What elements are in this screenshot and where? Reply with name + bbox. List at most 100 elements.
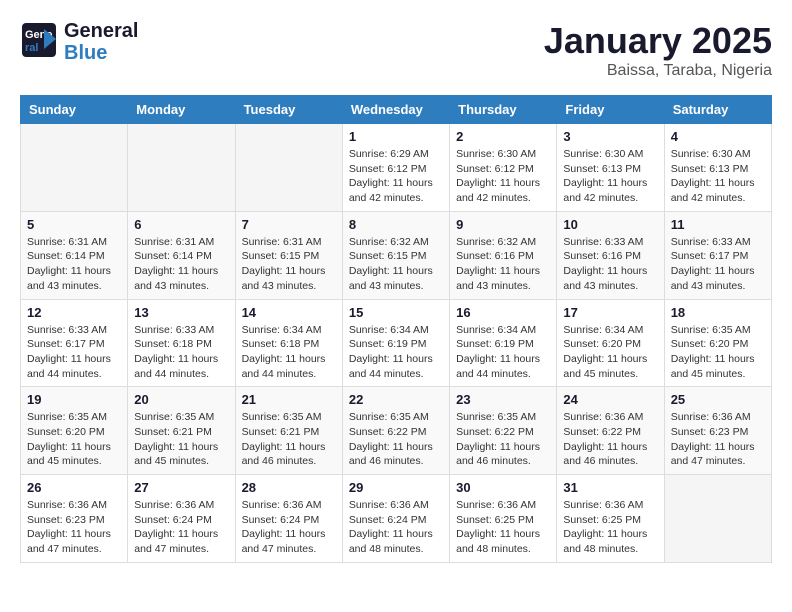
- cell-daylight-info: Sunrise: 6:36 AM Sunset: 6:25 PM Dayligh…: [563, 498, 657, 557]
- day-number: 20: [134, 392, 228, 407]
- logo-icon: Gene ral: [20, 21, 58, 59]
- calendar-cell: 3 Sunrise: 6:30 AM Sunset: 6:13 PM Daylig…: [557, 124, 664, 212]
- logo: Gene ral General Blue: [20, 20, 138, 64]
- calendar-cell: 5 Sunrise: 6:31 AM Sunset: 6:14 PM Daylig…: [21, 211, 128, 299]
- calendar-cell: 14 Sunrise: 6:34 AM Sunset: 6:18 PM Dayli…: [235, 299, 342, 387]
- logo-text-blue: Blue: [64, 42, 138, 64]
- month-title: January 2025: [544, 20, 772, 62]
- calendar-cell: [235, 124, 342, 212]
- day-number: 5: [27, 217, 121, 232]
- title-block: January 2025 Baissa, Taraba, Nigeria: [544, 20, 772, 80]
- calendar-cell: 2 Sunrise: 6:30 AM Sunset: 6:12 PM Daylig…: [450, 124, 557, 212]
- day-number: 12: [27, 305, 121, 320]
- cell-daylight-info: Sunrise: 6:33 AM Sunset: 6:16 PM Dayligh…: [563, 235, 657, 294]
- calendar-cell: 12 Sunrise: 6:33 AM Sunset: 6:17 PM Dayli…: [21, 299, 128, 387]
- day-number: 18: [671, 305, 765, 320]
- cell-daylight-info: Sunrise: 6:35 AM Sunset: 6:21 PM Dayligh…: [242, 410, 336, 469]
- cell-daylight-info: Sunrise: 6:31 AM Sunset: 6:14 PM Dayligh…: [134, 235, 228, 294]
- calendar-cell: 7Sunrise: 6:31 AM Sunset: 6:15 PM Daylig…: [235, 211, 342, 299]
- calendar-cell: 16 Sunrise: 6:34 AM Sunset: 6:19 PM Dayli…: [450, 299, 557, 387]
- day-number: 2: [456, 129, 550, 144]
- day-number: 6: [134, 217, 228, 232]
- day-number: 4: [671, 129, 765, 144]
- day-number: 19: [27, 392, 121, 407]
- day-number: 11: [671, 217, 765, 232]
- calendar-cell: [128, 124, 235, 212]
- weekday-header: Saturday: [664, 96, 771, 124]
- calendar-cell: 10 Sunrise: 6:33 AM Sunset: 6:16 PM Dayli…: [557, 211, 664, 299]
- day-number: 26: [27, 480, 121, 495]
- calendar-cell: 19 Sunrise: 6:35 AM Sunset: 6:20 PM Dayli…: [21, 387, 128, 475]
- calendar-cell: 1 Sunrise: 6:29 AM Sunset: 6:12 PM Daylig…: [342, 124, 449, 212]
- svg-text:ral: ral: [25, 42, 38, 54]
- cell-daylight-info: Sunrise: 6:36 AM Sunset: 6:23 PM Dayligh…: [671, 410, 765, 469]
- day-number: 31: [563, 480, 657, 495]
- day-number: 3: [563, 129, 657, 144]
- cell-daylight-info: Sunrise: 6:33 AM Sunset: 6:17 PM Dayligh…: [27, 323, 121, 382]
- weekday-header: Friday: [557, 96, 664, 124]
- cell-daylight-info: Sunrise: 6:36 AM Sunset: 6:23 PM Dayligh…: [27, 498, 121, 557]
- calendar-cell: 13 Sunrise: 6:33 AM Sunset: 6:18 PM Dayli…: [128, 299, 235, 387]
- cell-daylight-info: Sunrise: 6:36 AM Sunset: 6:25 PM Dayligh…: [456, 498, 550, 557]
- weekday-header: Monday: [128, 96, 235, 124]
- day-number: 28: [242, 480, 336, 495]
- logo-text-general: General: [64, 20, 138, 42]
- calendar-cell: 6 Sunrise: 6:31 AM Sunset: 6:14 PM Daylig…: [128, 211, 235, 299]
- weekday-header: Wednesday: [342, 96, 449, 124]
- calendar-week-row: 26 Sunrise: 6:36 AM Sunset: 6:23 PM Dayli…: [21, 475, 772, 563]
- cell-daylight-info: Sunrise: 6:30 AM Sunset: 6:13 PM Dayligh…: [671, 147, 765, 206]
- calendar-table: SundayMondayTuesdayWednesdayThursdayFrid…: [20, 95, 772, 563]
- cell-daylight-info: Sunrise: 6:35 AM Sunset: 6:20 PM Dayligh…: [27, 410, 121, 469]
- day-number: 17: [563, 305, 657, 320]
- day-number: 29: [349, 480, 443, 495]
- day-number: 16: [456, 305, 550, 320]
- calendar-cell: 4 Sunrise: 6:30 AM Sunset: 6:13 PM Daylig…: [664, 124, 771, 212]
- day-number: 1: [349, 129, 443, 144]
- calendar-cell: 17 Sunrise: 6:34 AM Sunset: 6:20 PM Dayli…: [557, 299, 664, 387]
- calendar-cell: 28 Sunrise: 6:36 AM Sunset: 6:24 PM Dayli…: [235, 475, 342, 563]
- calendar-cell: 22Sunrise: 6:35 AM Sunset: 6:22 PM Dayli…: [342, 387, 449, 475]
- calendar-cell: 20 Sunrise: 6:35 AM Sunset: 6:21 PM Dayli…: [128, 387, 235, 475]
- day-number: 25: [671, 392, 765, 407]
- calendar-cell: 23 Sunrise: 6:35 AM Sunset: 6:22 PM Dayli…: [450, 387, 557, 475]
- cell-daylight-info: Sunrise: 6:36 AM Sunset: 6:24 PM Dayligh…: [134, 498, 228, 557]
- calendar-week-row: 12 Sunrise: 6:33 AM Sunset: 6:17 PM Dayli…: [21, 299, 772, 387]
- cell-daylight-info: Sunrise: 6:35 AM Sunset: 6:21 PM Dayligh…: [134, 410, 228, 469]
- calendar-cell: [21, 124, 128, 212]
- calendar-week-row: 1 Sunrise: 6:29 AM Sunset: 6:12 PM Daylig…: [21, 124, 772, 212]
- day-number: 15: [349, 305, 443, 320]
- cell-daylight-info: Sunrise: 6:30 AM Sunset: 6:12 PM Dayligh…: [456, 147, 550, 206]
- cell-daylight-info: Sunrise: 6:30 AM Sunset: 6:13 PM Dayligh…: [563, 147, 657, 206]
- day-number: 10: [563, 217, 657, 232]
- calendar-cell: [664, 475, 771, 563]
- calendar-cell: 15Sunrise: 6:34 AM Sunset: 6:19 PM Dayli…: [342, 299, 449, 387]
- cell-daylight-info: Sunrise: 6:34 AM Sunset: 6:18 PM Dayligh…: [242, 323, 336, 382]
- day-number: 27: [134, 480, 228, 495]
- location: Baissa, Taraba, Nigeria: [544, 62, 772, 80]
- calendar-week-row: 5 Sunrise: 6:31 AM Sunset: 6:14 PM Daylig…: [21, 211, 772, 299]
- cell-daylight-info: Sunrise: 6:36 AM Sunset: 6:24 PM Dayligh…: [242, 498, 336, 557]
- cell-daylight-info: Sunrise: 6:32 AM Sunset: 6:16 PM Dayligh…: [456, 235, 550, 294]
- calendar-cell: 27 Sunrise: 6:36 AM Sunset: 6:24 PM Dayli…: [128, 475, 235, 563]
- day-number: 14: [242, 305, 336, 320]
- day-number: 30: [456, 480, 550, 495]
- cell-daylight-info: Sunrise: 6:34 AM Sunset: 6:20 PM Dayligh…: [563, 323, 657, 382]
- calendar-cell: 21 Sunrise: 6:35 AM Sunset: 6:21 PM Dayli…: [235, 387, 342, 475]
- day-number: 7: [242, 217, 336, 232]
- cell-daylight-info: Sunrise: 6:35 AM Sunset: 6:22 PM Dayligh…: [456, 410, 550, 469]
- cell-daylight-info: Sunrise: 6:35 AM Sunset: 6:22 PM Dayligh…: [349, 410, 443, 469]
- day-number: 13: [134, 305, 228, 320]
- calendar-cell: 24 Sunrise: 6:36 AM Sunset: 6:22 PM Dayli…: [557, 387, 664, 475]
- cell-daylight-info: Sunrise: 6:33 AM Sunset: 6:18 PM Dayligh…: [134, 323, 228, 382]
- cell-daylight-info: Sunrise: 6:34 AM Sunset: 6:19 PM Dayligh…: [456, 323, 550, 382]
- cell-daylight-info: Sunrise: 6:31 AM Sunset: 6:14 PM Dayligh…: [27, 235, 121, 294]
- calendar-cell: 29Sunrise: 6:36 AM Sunset: 6:24 PM Dayli…: [342, 475, 449, 563]
- cell-daylight-info: Sunrise: 6:32 AM Sunset: 6:15 PM Dayligh…: [349, 235, 443, 294]
- day-number: 21: [242, 392, 336, 407]
- cell-daylight-info: Sunrise: 6:29 AM Sunset: 6:12 PM Dayligh…: [349, 147, 443, 206]
- weekday-header: Tuesday: [235, 96, 342, 124]
- cell-daylight-info: Sunrise: 6:36 AM Sunset: 6:22 PM Dayligh…: [563, 410, 657, 469]
- day-number: 24: [563, 392, 657, 407]
- calendar-cell: 25 Sunrise: 6:36 AM Sunset: 6:23 PM Dayli…: [664, 387, 771, 475]
- day-number: 23: [456, 392, 550, 407]
